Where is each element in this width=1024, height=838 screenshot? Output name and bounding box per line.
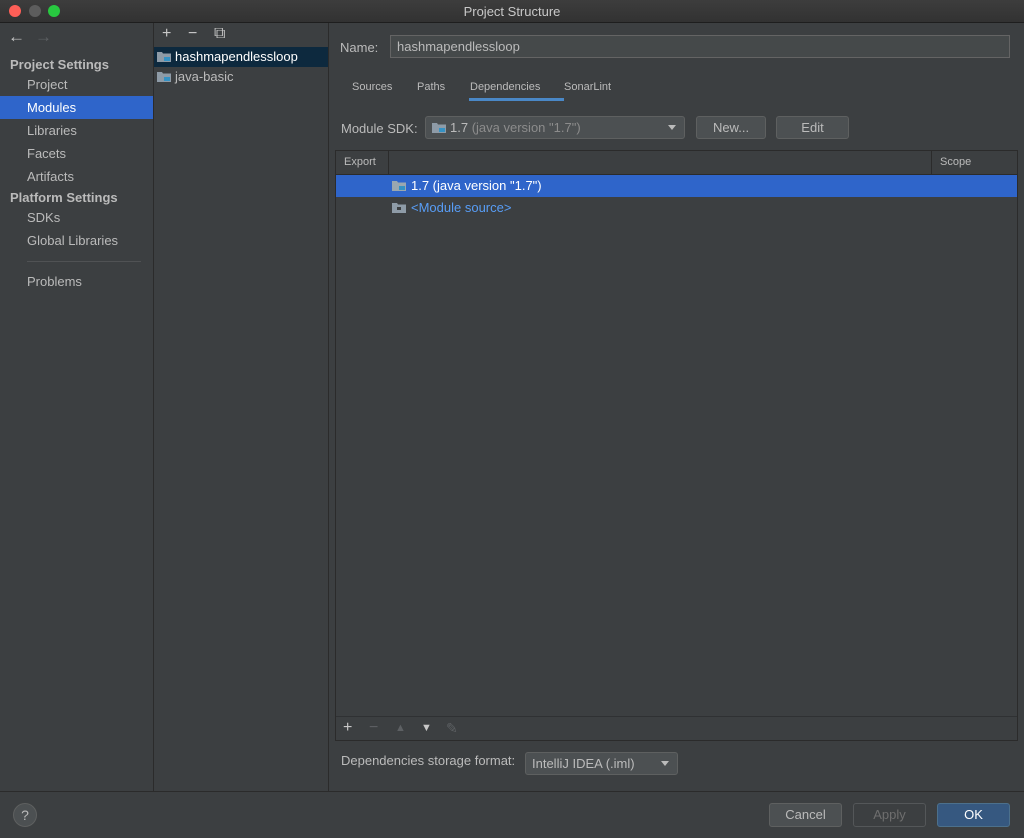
edit-sdk-button[interactable]: Edit [776,116,849,139]
sdk-version: (java version "1.7") [471,120,581,135]
table-row-sdk[interactable]: 1.7 (java version "1.7") [336,175,1017,197]
column-divider [388,151,389,174]
dialog-footer: ? Cancel Apply OK [0,791,1024,838]
folder-icon [392,203,406,213]
modules-toolbar: + − ⧉ [162,25,240,45]
dependency-label: <Module source> [411,200,512,215]
sidebar-item-artifacts[interactable]: Artifacts [0,165,153,188]
sdk-name: 1.7 [450,120,469,135]
table-header: Export Scope [336,151,1017,175]
module-sdk-label: Module SDK: [341,121,418,136]
storage-format-dropdown[interactable]: IntelliJ IDEA (.iml) [525,752,678,775]
remove-dependency-icon[interactable]: − [369,719,378,737]
copy-module-icon[interactable]: ⧉ [214,25,240,43]
table-row-module-source[interactable]: <Module source> [336,197,1017,219]
dependencies-table: Export Scope 1.7 (java version "1.7") <M… [335,150,1018,741]
move-down-icon[interactable]: ▼ [421,722,432,734]
dependencies-toolbar: + − ▲ ▼ ✎ [336,716,1017,741]
move-up-icon[interactable]: ▲ [395,722,406,734]
chevron-down-icon [668,125,676,130]
sidebar-item-global-libraries[interactable]: Global Libraries [0,229,153,252]
add-dependency-icon[interactable]: + [343,719,352,737]
module-label: hashmapendlessloop [175,49,298,64]
add-module-icon[interactable]: + [162,25,188,43]
forward-arrow-icon[interactable]: → [35,27,52,47]
apply-button[interactable]: Apply [853,803,926,827]
tab-paths[interactable]: Paths [417,81,445,93]
edit-dependency-icon[interactable]: ✎ [446,720,458,737]
sidebar-item-project[interactable]: Project [0,73,153,96]
module-folder-icon [157,72,171,82]
sidebar-item-facets[interactable]: Facets [0,142,153,165]
window-title: Project Structure [463,4,561,19]
sidebar-item-problems[interactable]: Problems [0,270,153,293]
remove-module-icon[interactable]: − [188,25,214,43]
sidebar-item-libraries[interactable]: Libraries [0,119,153,142]
modules-panel: + − ⧉ hashmapendlessloop java-basic [154,23,329,791]
ok-button[interactable]: OK [937,803,1010,827]
module-item-hashmapendlessloop[interactable]: hashmapendlessloop [154,47,328,67]
module-sdk-dropdown[interactable]: 1.7 (java version "1.7") [425,116,685,139]
back-arrow-icon[interactable]: ← [8,27,25,47]
storage-format-value: IntelliJ IDEA (.iml) [532,756,635,771]
module-item-java-basic[interactable]: java-basic [154,67,328,87]
cancel-button[interactable]: Cancel [769,803,842,827]
active-tab-indicator [469,98,564,101]
tab-dependencies[interactable]: Dependencies [470,81,540,93]
sidebar-divider [27,261,141,262]
chevron-down-icon [661,761,669,766]
title-bar: Project Structure [0,0,1024,23]
module-name-field[interactable]: hashmapendlessloop [390,35,1010,58]
project-settings-heading: Project Settings [10,57,109,72]
new-sdk-button[interactable]: New... [696,116,766,139]
sdk-folder-icon [392,181,406,191]
module-folder-icon [157,52,171,62]
module-settings-panel: Name: hashmapendlessloop Sources Paths D… [329,23,1024,791]
sidebar-item-modules[interactable]: Modules [0,96,153,119]
platform-settings-heading: Platform Settings [10,190,118,205]
sdk-selected-value: 1.7 (java version "1.7") [450,120,581,135]
name-label: Name: [340,40,379,55]
sidebar-item-sdks[interactable]: SDKs [0,206,153,229]
tab-sources[interactable]: Sources [352,81,392,93]
column-header-scope[interactable]: Scope [940,156,971,168]
tab-sonarlint[interactable]: SonarLint [564,81,611,93]
sdk-folder-icon [432,123,446,133]
column-divider [931,151,932,174]
storage-format-label: Dependencies storage format: [341,753,516,768]
column-header-export[interactable]: Export [344,156,376,168]
navigation-arrows: ← → [8,27,62,47]
settings-sidebar: ← → Project Settings Project Modules Libr… [0,23,154,791]
module-label: java-basic [175,69,234,84]
dependency-label: 1.7 (java version "1.7") [411,178,542,193]
help-button[interactable]: ? [13,803,37,827]
